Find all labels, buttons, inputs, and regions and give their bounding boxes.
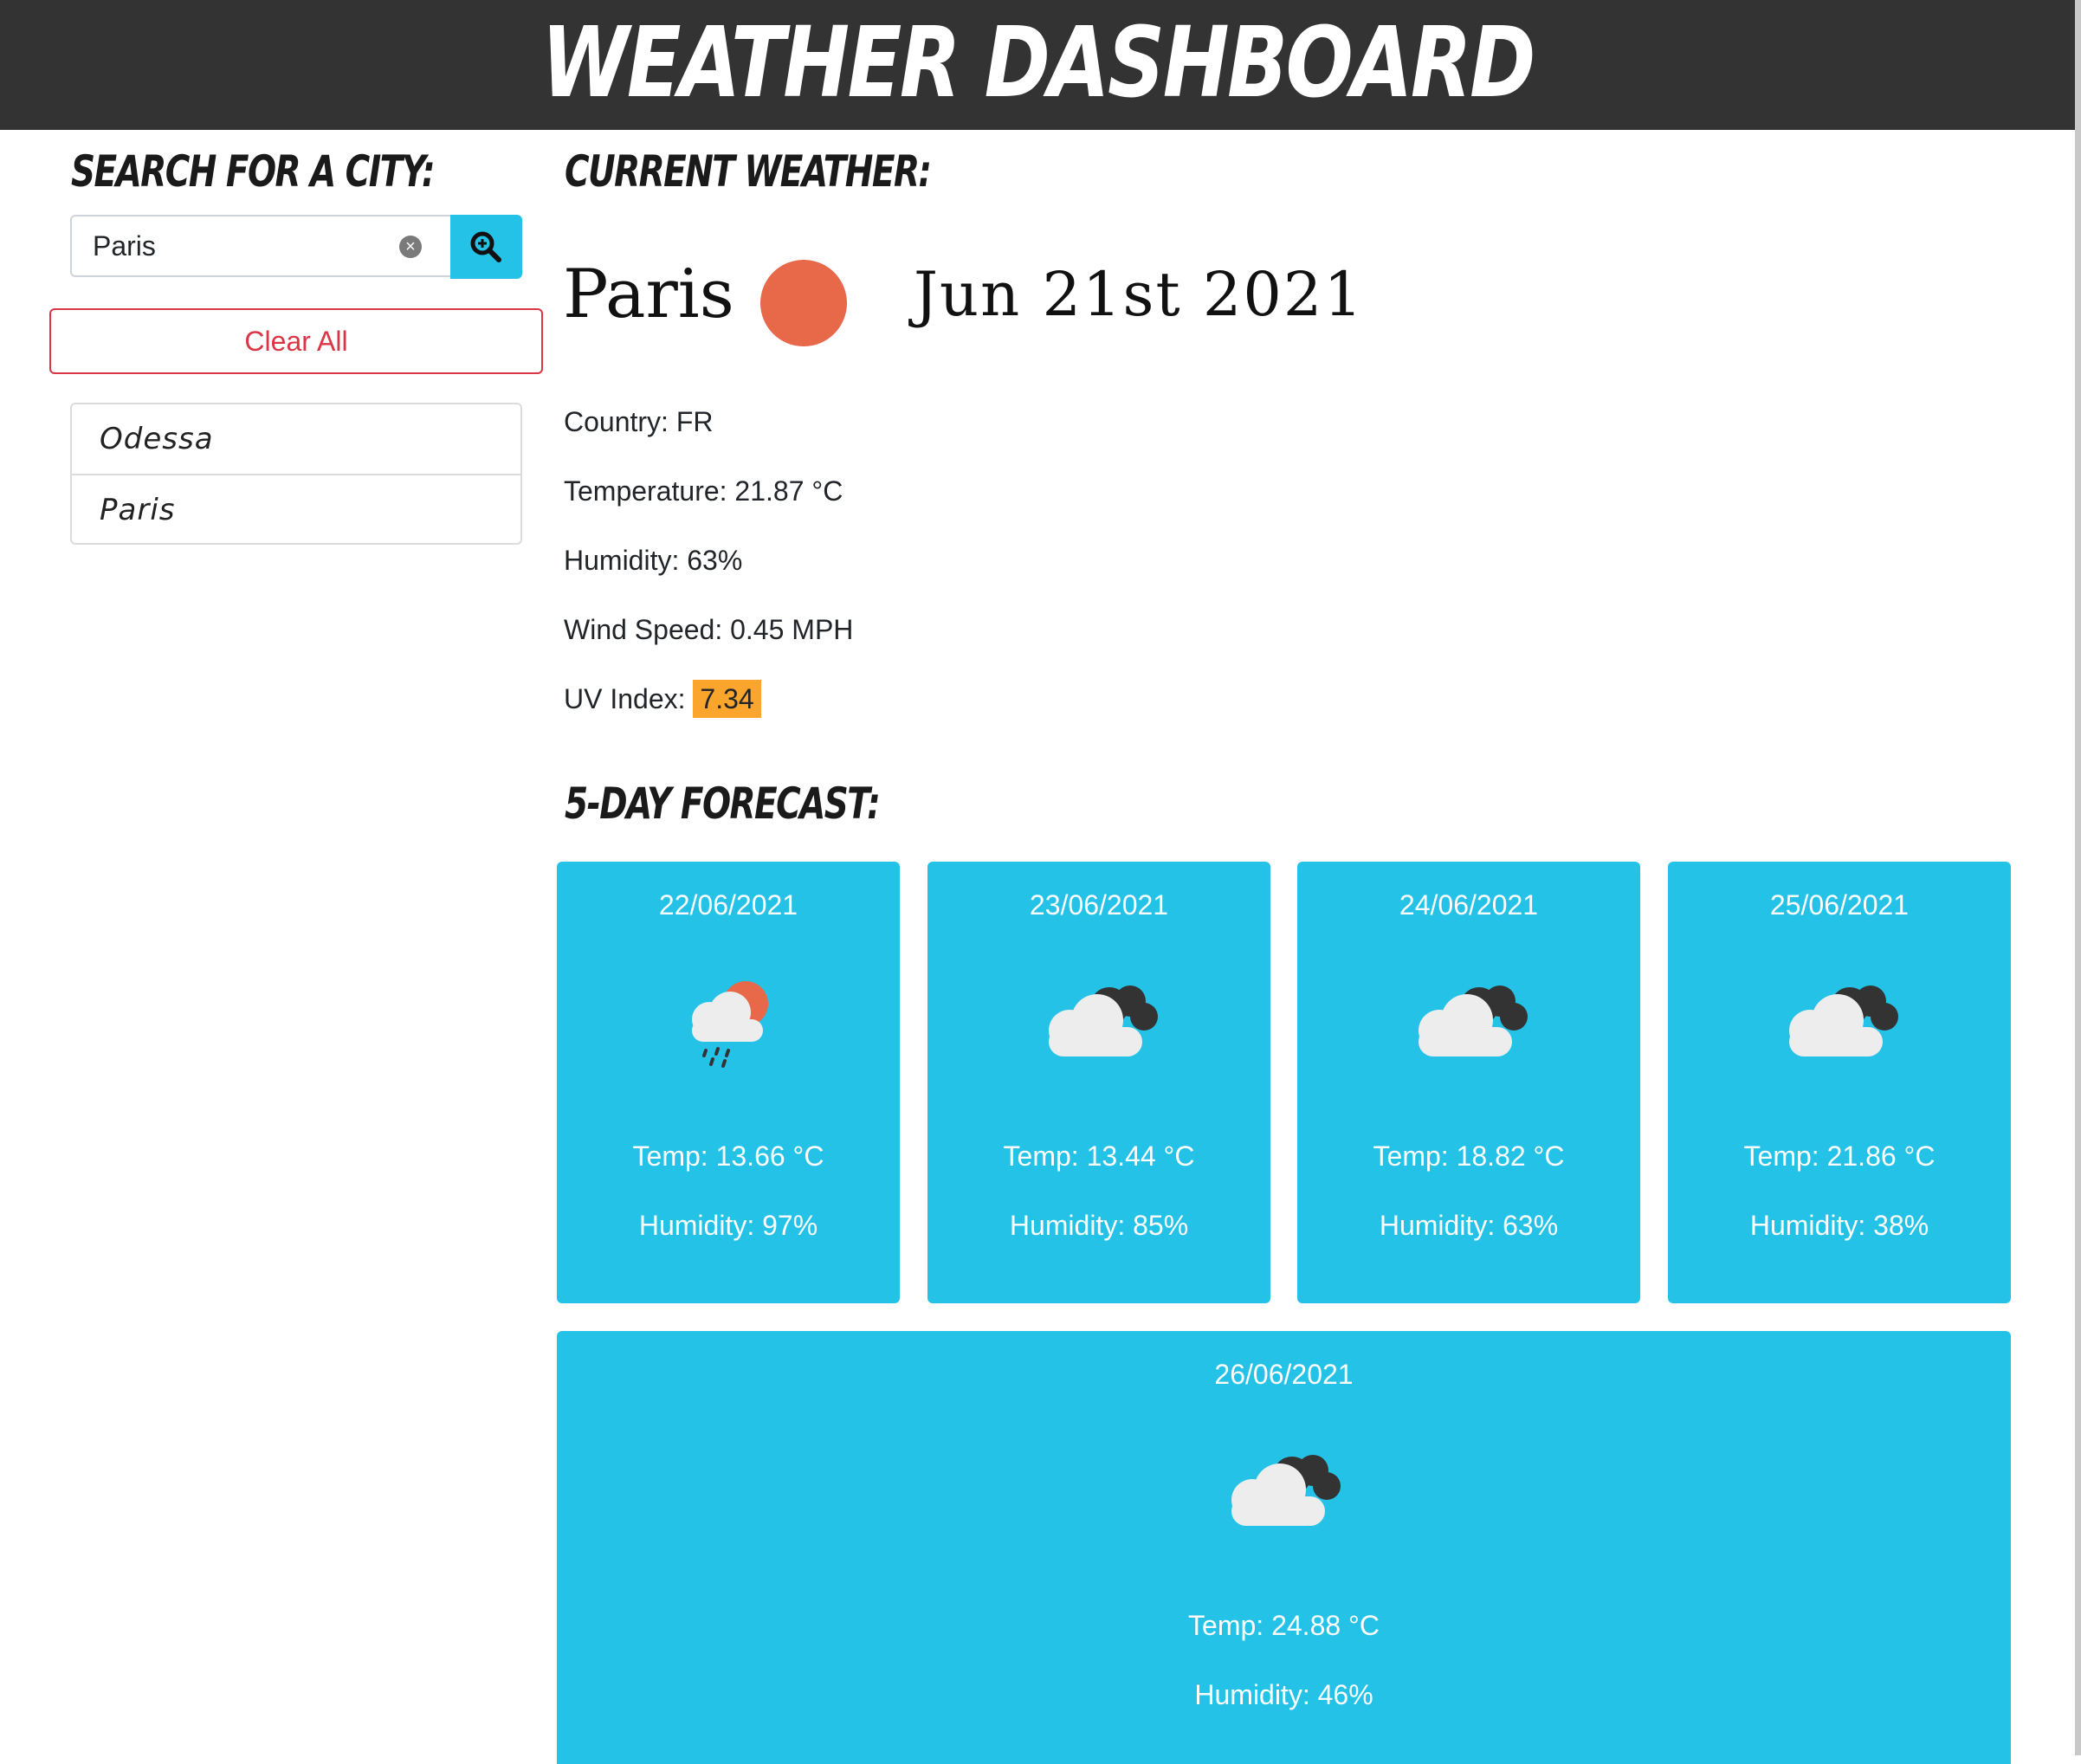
forecast-temp: Temp: 18.82 °C — [1373, 1140, 1565, 1172]
current-date: Jun 21st 2021 — [914, 259, 1364, 330]
cloudy-icon — [1419, 985, 1528, 1056]
rain-sun-icon — [692, 981, 768, 1068]
wind-speed-text: Wind Speed: 0.45 MPH — [564, 614, 854, 645]
search-history-list: Odessa Paris — [70, 403, 522, 545]
forecast-card: 26/06/2021 Temp: 24.88 °C Humidity: 46% — [557, 1331, 2011, 1764]
forecast-humidity: Humidity: 46% — [1194, 1679, 1373, 1710]
app-title: Weather Dashboard — [541, 7, 1535, 120]
uv-index-row: UV Index: 7.34 — [564, 680, 761, 718]
forecast-temp: Temp: 13.44 °C — [1003, 1140, 1195, 1172]
humidity-text: Humidity: 63% — [564, 545, 743, 576]
current-city: Paris — [563, 255, 734, 333]
sun-icon — [760, 260, 847, 346]
window-edge — [2075, 0, 2081, 1755]
uv-index-badge: 7.34 — [693, 680, 761, 718]
search-heading: Search for a city: — [71, 146, 436, 197]
forecast-card: 22/06/2021 Temp: 13.66 °C Humidity: 97% — [557, 862, 900, 1303]
forecast-heading: 5-Day Forecast: — [565, 779, 881, 829]
forecast-date: 26/06/2021 — [1214, 1359, 1354, 1390]
current-weather-heading: Current Weather: — [565, 146, 932, 197]
search-button[interactable] — [450, 215, 522, 279]
country-text: Country: FR — [564, 406, 714, 437]
search-group: × — [70, 215, 522, 281]
forecast-humidity: Humidity: 63% — [1379, 1210, 1559, 1241]
history-item[interactable]: Odessa — [72, 404, 520, 474]
cloudy-icon — [1231, 1455, 1341, 1526]
clear-all-button[interactable]: Clear All — [49, 308, 543, 374]
cloudy-icon — [1789, 985, 1898, 1056]
forecast-temp: Temp: 21.86 °C — [1743, 1140, 1936, 1172]
forecast-date: 22/06/2021 — [658, 889, 798, 921]
forecast-card: 23/06/2021 Temp: 13.44 °C Humidity: 85% — [927, 862, 1270, 1303]
forecast-temp: Temp: 13.66 °C — [632, 1140, 824, 1172]
header-bar: Weather Dashboard — [0, 0, 2075, 130]
search-icon — [470, 231, 501, 262]
forecast-humidity: Humidity: 38% — [1749, 1210, 1929, 1241]
forecast-humidity: Humidity: 85% — [1009, 1210, 1189, 1241]
temperature-text: Temperature: 21.87 °C — [564, 475, 843, 507]
clear-input-icon[interactable]: × — [399, 236, 422, 258]
forecast-humidity: Humidity: 97% — [638, 1210, 818, 1241]
forecast-card: 24/06/2021 Temp: 18.82 °C Humidity: 63% — [1297, 862, 1640, 1303]
forecast-date: 24/06/2021 — [1399, 889, 1539, 921]
search-input[interactable] — [70, 215, 451, 277]
forecast-temp: Temp: 24.88 °C — [1188, 1610, 1380, 1641]
forecast-date: 25/06/2021 — [1769, 889, 1910, 921]
cloudy-icon — [1049, 985, 1158, 1056]
uv-index-label: UV Index: — [564, 683, 686, 714]
history-item[interactable]: Paris — [72, 474, 520, 543]
forecast-card: 25/06/2021 Temp: 21.86 °C Humidity: 38% — [1668, 862, 2011, 1303]
forecast-date: 23/06/2021 — [1029, 889, 1169, 921]
